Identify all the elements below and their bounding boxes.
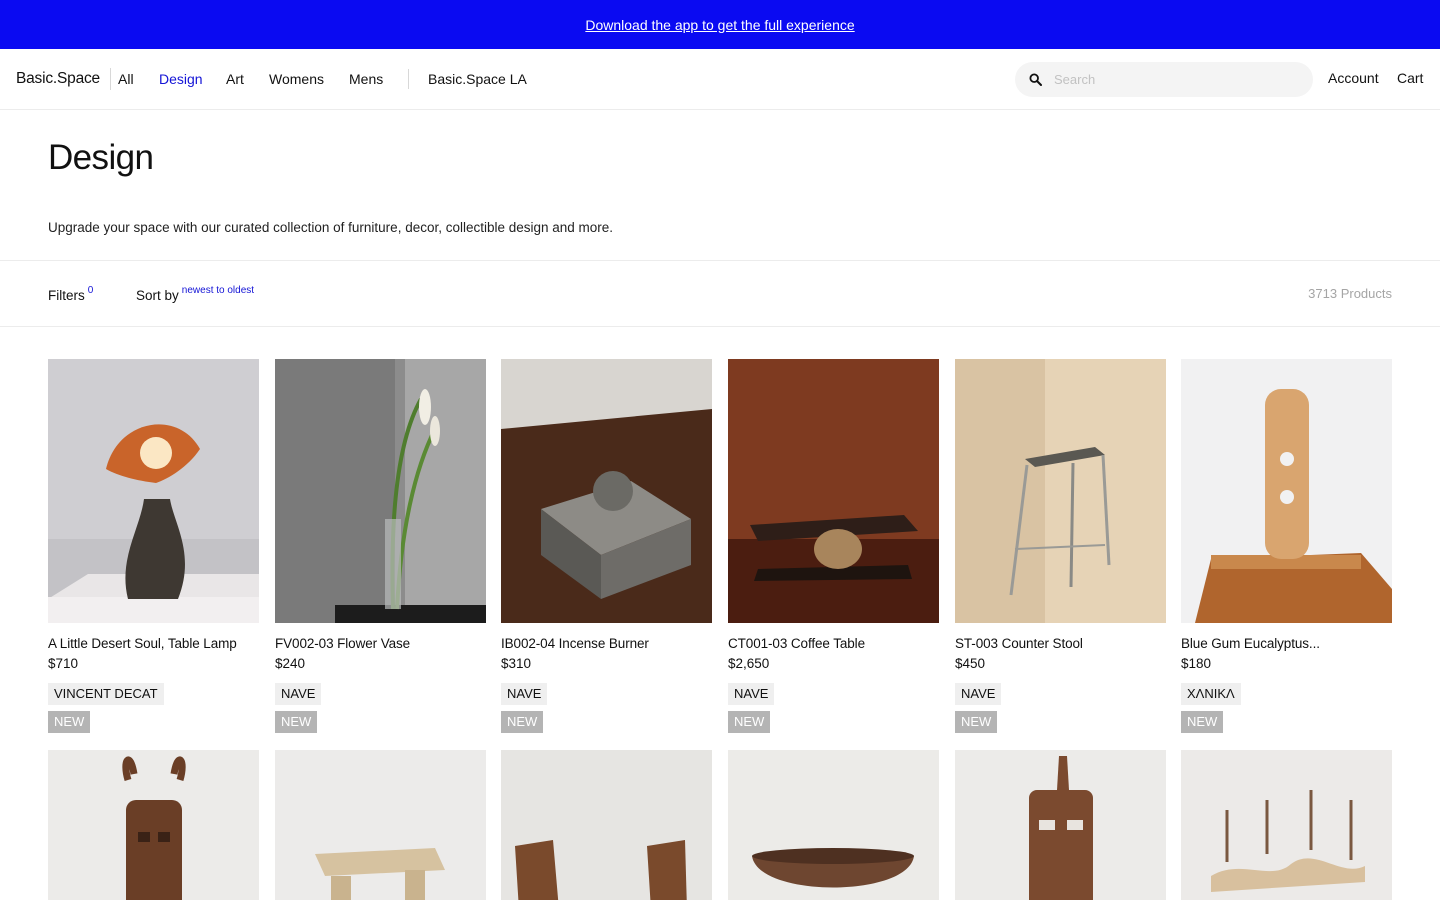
product-image-candelabra[interactable] <box>1181 750 1392 900</box>
product-price: $710 <box>48 656 79 671</box>
product-name[interactable]: FV002-03 Flower Vase <box>275 636 410 651</box>
new-badge: NEW <box>1181 711 1224 733</box>
filters-button[interactable]: Filters 0 <box>48 285 93 303</box>
search-bar[interactable] <box>1015 62 1313 97</box>
page-title: Design <box>48 138 154 177</box>
product-image-horned-mask[interactable] <box>48 750 259 900</box>
product-name[interactable]: A Little Desert Soul, Table Lamp <box>48 636 237 651</box>
product-image-coffee-table[interactable] <box>728 359 939 623</box>
new-badge: NEW <box>501 711 544 733</box>
new-badge: NEW <box>728 711 771 733</box>
top-navigation: Basic.Space All Design Art Womens Mens B… <box>0 49 1440 110</box>
nav-link-art[interactable]: Art <box>226 71 244 87</box>
download-app-link[interactable]: Download the app to get the full experie… <box>585 17 854 33</box>
product-image-tribal-mask[interactable] <box>955 750 1166 900</box>
product-image-stone-stool[interactable] <box>275 750 486 900</box>
product-image-flower-vase[interactable] <box>275 359 486 623</box>
app-download-banner: Download the app to get the full experie… <box>0 0 1440 49</box>
product-image-wooden-bowl[interactable] <box>728 750 939 900</box>
product-price: $450 <box>955 656 986 671</box>
brand-tag[interactable]: XΛNIKΛ <box>1181 683 1241 705</box>
product-name[interactable]: IB002-04 Incense Burner <box>501 636 649 651</box>
sort-value: newest to oldest <box>181 285 255 296</box>
product-image-counter-stool[interactable] <box>955 359 1166 623</box>
filters-count: 0 <box>87 285 94 296</box>
product-image-incense-burner[interactable] <box>501 359 712 623</box>
product-image-eucalyptus-sculpture[interactable] <box>1181 359 1392 623</box>
sort-label: Sort by <box>136 288 179 303</box>
product-image-table-lamp[interactable] <box>48 359 259 623</box>
product-image-leather-chairs[interactable] <box>501 750 712 900</box>
nav-link-all[interactable]: All <box>118 71 134 87</box>
product-name[interactable]: CT001-03 Coffee Table <box>728 636 865 651</box>
nav-link-mens[interactable]: Mens <box>349 71 383 87</box>
new-badge: NEW <box>955 711 998 733</box>
new-badge: NEW <box>48 711 91 733</box>
new-badge: NEW <box>275 711 318 733</box>
brand-logo[interactable]: Basic.Space <box>16 70 100 88</box>
product-price: $240 <box>275 656 306 671</box>
sort-button[interactable]: Sort by newest to oldest <box>136 285 254 303</box>
account-link[interactable]: Account <box>1328 70 1379 86</box>
brand-tag[interactable]: NAVE <box>728 683 775 705</box>
nav-link-basic-space-la[interactable]: Basic.Space LA <box>428 71 527 87</box>
product-price: $180 <box>1181 656 1212 671</box>
nav-link-design[interactable]: Design <box>159 71 203 87</box>
filters-label: Filters <box>48 288 85 303</box>
brand-tag[interactable]: NAVE <box>955 683 1002 705</box>
product-price: $2,650 <box>728 656 770 671</box>
page-description: Upgrade your space with our curated coll… <box>48 220 614 235</box>
cart-link[interactable]: Cart <box>1397 70 1423 86</box>
product-name[interactable]: ST-003 Counter Stool <box>955 636 1083 651</box>
listing-toolbar: Filters 0 Sort by newest to oldest 3713 Pr… <box>0 260 1440 327</box>
search-icon <box>1029 73 1042 86</box>
product-count: 3713 Products <box>1308 286 1392 301</box>
brand-tag[interactable]: VINCENT DECAT <box>48 683 164 705</box>
search-input[interactable] <box>1054 72 1284 87</box>
product-name[interactable]: Blue Gum Eucalyptus... <box>1181 636 1320 651</box>
brand-tag[interactable]: NAVE <box>501 683 548 705</box>
brand-divider <box>110 68 111 90</box>
nav-link-womens[interactable]: Womens <box>269 71 324 87</box>
brand-tag[interactable]: NAVE <box>275 683 322 705</box>
nav-divider <box>408 69 409 89</box>
product-price: $310 <box>501 656 532 671</box>
